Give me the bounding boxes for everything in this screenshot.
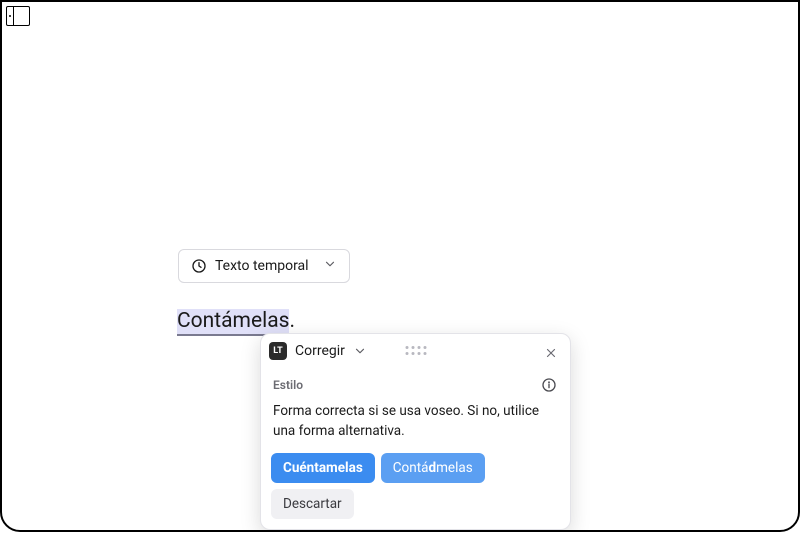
text-type-chip[interactable]: Texto temporal: [178, 249, 350, 283]
chevron-down-icon[interactable]: [353, 344, 367, 358]
document-text[interactable]: Contámelas.: [177, 308, 295, 335]
suggestion-primary-button[interactable]: Cuéntamelas: [271, 453, 375, 483]
section-label: Estilo: [273, 378, 303, 392]
explanation-text: Forma correcta si se usa voseo. Si no, u…: [261, 394, 570, 453]
discard-button[interactable]: Descartar: [271, 489, 354, 519]
suggestion-secondary-button[interactable]: Contádmelas: [381, 453, 485, 483]
drag-handle-icon[interactable]: [405, 346, 426, 355]
panel-dot: [9, 15, 11, 17]
popup-section-row: Estilo: [261, 368, 570, 394]
panel-left-icon-inner: [7, 7, 14, 25]
suggestion-secondary-pre: Contá: [393, 460, 429, 476]
actions-row: Cuéntamelas Contádmelas Descartar: [261, 453, 570, 529]
chevron-down-icon: [323, 257, 337, 275]
popup-header: LT Corregir: [261, 334, 570, 368]
close-button[interactable]: [540, 342, 562, 364]
text-type-label: Texto temporal: [215, 258, 309, 274]
suggestion-secondary-bold: d: [428, 460, 436, 476]
trailing-punct: .: [289, 309, 295, 333]
clock-icon: [191, 258, 207, 274]
panel-left-icon[interactable]: [6, 6, 30, 26]
app-frame: Texto temporal Contámelas. LT Corregir: [0, 0, 800, 532]
info-icon[interactable]: [540, 376, 558, 394]
flagged-word[interactable]: Contámelas: [177, 309, 289, 336]
correction-popup: LT Corregir Estilo: [260, 333, 571, 530]
suggestion-secondary-post: melas: [436, 460, 473, 476]
brand-badge-icon: LT: [269, 342, 287, 360]
popup-title[interactable]: Corregir: [295, 343, 345, 359]
